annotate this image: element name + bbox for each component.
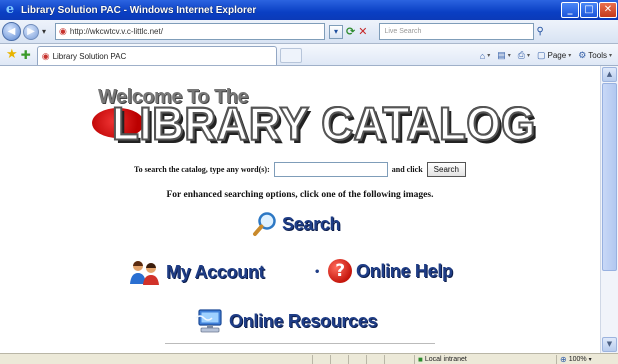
tab-favicon-icon: ◉	[41, 50, 50, 61]
online-help-link[interactable]: ? Online Help	[328, 259, 453, 283]
print-button[interactable]: ⎙ ▾	[518, 50, 530, 61]
stop-icon[interactable]: ✕	[358, 25, 367, 38]
online-help-label: Online Help	[356, 260, 453, 281]
refresh-icon[interactable]: ⟳	[346, 25, 355, 38]
tab-library-solution[interactable]: ◉ Library Solution PAC	[36, 46, 277, 65]
intranet-icon: ■	[418, 354, 423, 364]
zoom-control[interactable]: ⊕ 100% ▾	[560, 354, 592, 364]
search-link-label: Search	[282, 213, 341, 234]
add-favorites-icon[interactable]: ✚	[21, 48, 31, 62]
status-divider	[348, 355, 349, 364]
my-account-label: My Account	[166, 261, 265, 282]
status-bar: ■ Local intranet ⊕ 100% ▾	[0, 353, 618, 364]
address-dropdown-icon[interactable]: ▾	[329, 24, 344, 39]
logo-welcome-text: Welcome To The	[98, 86, 249, 108]
history-dropdown-icon[interactable]: ▾	[42, 27, 46, 36]
help-question-icon: ?	[328, 259, 352, 283]
search-link[interactable]: Search	[252, 211, 341, 237]
library-catalog-logo: LIBRARY CATALOG Welcome To The	[90, 86, 540, 158]
and-click-label: and click	[391, 165, 423, 174]
page-menu[interactable]: ▢ Page ▾	[537, 50, 571, 61]
status-divider	[556, 355, 557, 364]
zoom-level: 100%	[568, 355, 587, 363]
home-icon: ⌂	[479, 50, 486, 61]
address-url: http://wkcwtcv.v.c-littlc.net/	[69, 27, 163, 36]
address-toolbar: ◀ ▶ ▾ ◉ http://wkcwtcv.v.c-littlc.net/ ▾…	[0, 20, 618, 44]
online-resources-link[interactable]: Online Resources	[195, 308, 378, 334]
online-resources-label: Online Resources	[229, 310, 378, 331]
close-button[interactable]: ✕	[599, 2, 617, 18]
command-bar: ⌂ ▾ ▤ ▾ ⎙ ▾ ▢ Page ▾ ⚙ Tools ▾	[480, 50, 612, 61]
back-button[interactable]: ◀	[2, 22, 21, 41]
home-button[interactable]: ⌂ ▾	[480, 51, 490, 61]
zoom-dropdown-icon[interactable]: ▾	[589, 356, 592, 363]
feeds-button[interactable]: ▤ ▾	[497, 50, 511, 61]
maximize-button[interactable]: □	[580, 2, 598, 18]
search-button[interactable]: Search	[426, 162, 467, 177]
magnifier-icon	[253, 212, 276, 236]
minimize-button[interactable]: _	[561, 2, 579, 18]
divider	[165, 343, 435, 344]
page-favicon-icon: ◉	[59, 26, 67, 36]
status-divider	[312, 355, 313, 364]
scroll-thumb[interactable]	[602, 83, 617, 271]
status-divider	[384, 355, 385, 364]
window-controls: _ □ ✕	[561, 2, 617, 18]
search-go-icon[interactable]: ⚲	[536, 26, 543, 37]
search-prompt: To search the catalog, type any word(s):	[133, 165, 270, 174]
live-search-input[interactable]: Live Search	[379, 23, 535, 40]
search-row: To search the catalog, type any word(s):…	[0, 162, 600, 177]
page-content: LIBRARY CATALOG Welcome To The To search…	[0, 66, 600, 353]
tab-label: Library Solution PAC	[52, 51, 127, 61]
security-zone-label: Local intranet	[424, 355, 467, 363]
security-zone[interactable]: ■ Local intranet	[418, 354, 467, 364]
enhanced-search-instructions: For enhanced searching options, click on…	[166, 190, 434, 200]
status-divider	[330, 355, 331, 364]
vertical-scrollbar[interactable]: ▲ ▼	[600, 66, 618, 353]
status-divider	[414, 355, 415, 364]
page-icon: ▢	[537, 50, 546, 60]
gear-icon: ⚙	[578, 50, 587, 60]
feeds-icon: ▤	[497, 50, 506, 60]
forward-button[interactable]: ▶	[23, 23, 39, 40]
scroll-up-icon[interactable]: ▲	[602, 67, 617, 82]
print-icon: ⎙	[517, 50, 525, 60]
tools-menu[interactable]: ⚙ Tools ▾	[578, 50, 612, 61]
status-divider	[366, 355, 367, 364]
computer-icon	[195, 309, 222, 333]
scroll-down-icon[interactable]: ▼	[602, 337, 617, 352]
window-title: Library Solution PAC - Windows Internet …	[21, 4, 257, 16]
ie-logo-icon: e	[5, 2, 15, 17]
new-tab-button[interactable]	[279, 48, 302, 63]
catalog-search-input[interactable]	[273, 162, 388, 177]
people-icon	[130, 261, 159, 285]
favorites-star-icon[interactable]: ★	[6, 47, 18, 62]
my-account-link[interactable]: My Account	[128, 259, 265, 285]
tab-toolbar: ★ ✚ ◉ Library Solution PAC ⌂ ▾ ▤ ▾ ⎙ ▾ ▢ Pag…	[0, 44, 618, 66]
zoom-icon: ⊕	[560, 354, 567, 364]
title-bar: e Library Solution PAC - Windows Interne…	[0, 0, 618, 20]
nav-separator: •	[314, 267, 321, 278]
address-field[interactable]: ◉ http://wkcwtcv.v.c-littlc.net/	[55, 23, 326, 40]
